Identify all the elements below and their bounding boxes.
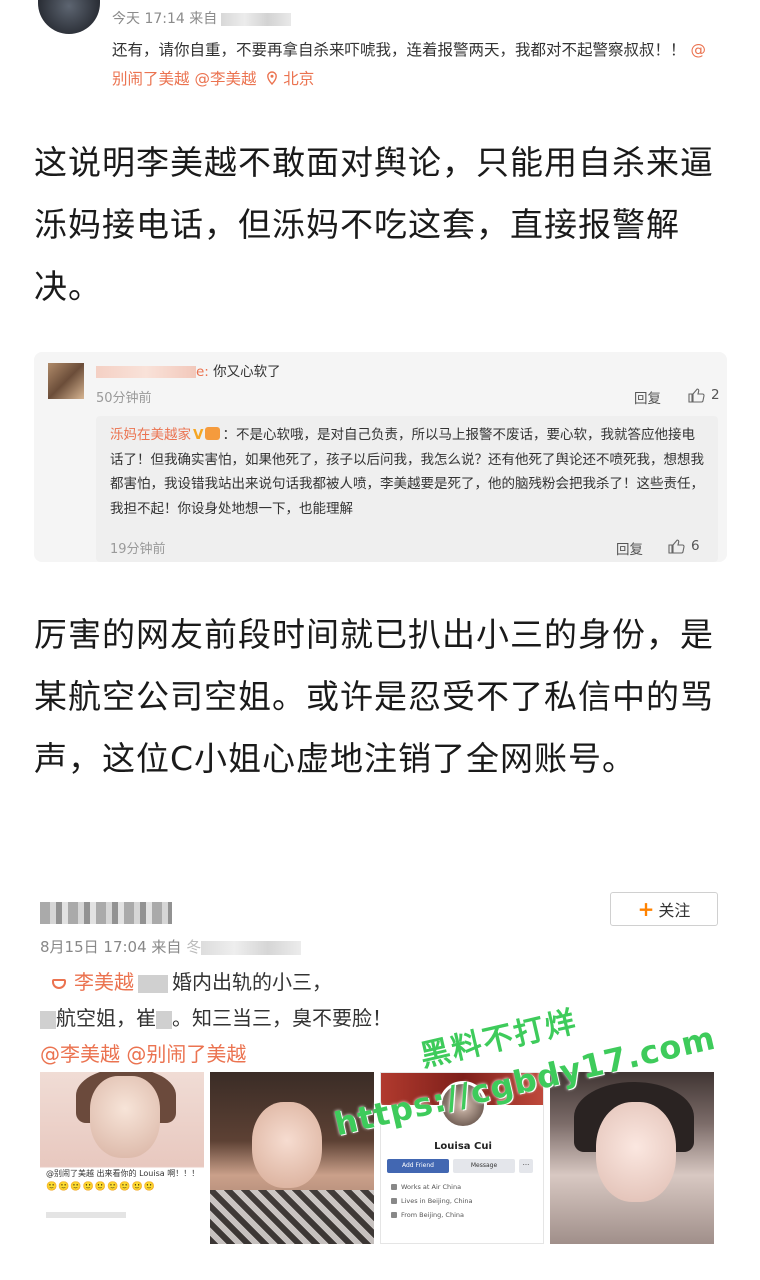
like-button[interactable]: 2 — [688, 387, 720, 403]
photo-face — [90, 1076, 160, 1158]
thumb-up-icon — [688, 387, 705, 403]
comment-card: e: 你又心软了 50分钟前 回复 2 泺妈在美越家 V ：不是心软哦，是对自己负责… — [34, 352, 727, 562]
location-pin-icon — [267, 71, 278, 86]
faint-line — [46, 1212, 126, 1218]
mention-link[interactable]: @别闹了美越 — [126, 1042, 246, 1066]
post-text: 还有，请你自重，不要再拿自杀来吓唬我，连着报警两天，我都对不起警察叔叔！！ — [112, 41, 686, 59]
info-text: Lives in Beijing, China — [401, 1197, 473, 1205]
sub-reply-time: 19分钟前 — [110, 542, 166, 557]
reply-button[interactable]: 回复 — [616, 538, 643, 558]
post-line-2: 航空姐，崔 。知三当三，臭不要脸！ — [40, 1000, 700, 1036]
like-button[interactable]: 6 — [668, 538, 700, 554]
post-meta: 今天 17:14 来自 — [112, 8, 292, 28]
source-char: 冬 — [186, 938, 202, 956]
info-text: From Beijing, China — [401, 1211, 464, 1219]
avatar[interactable] — [38, 0, 100, 34]
post-image-4[interactable] — [550, 1072, 714, 1244]
comment-text: 你又心软了 — [213, 364, 281, 380]
post-text: 。知三当三，臭不要脸！ — [172, 1006, 392, 1030]
add-friend-button: Add Friend — [387, 1159, 449, 1173]
post-time: 今天 17:14 来自 — [112, 11, 218, 27]
sub-reply-text-block: 泺妈在美越家 V ：不是心软哦，是对自己负责，所以马上报警不废话，要心软，我就答应他… — [110, 423, 708, 521]
follow-button[interactable]: + 关注 — [610, 892, 718, 926]
commenter-avatar[interactable] — [48, 363, 84, 399]
location-text: 北京 — [283, 70, 315, 88]
blurred-username[interactable] — [40, 902, 172, 924]
message-button: Message — [453, 1159, 515, 1173]
article-paragraph: 厉害的网友前段时间就已扒出小三的身份，是某航空公司空姐。或许是忍受不了私信中的骂… — [34, 615, 714, 778]
profile-info-from: From Beijing, China — [391, 1211, 541, 1219]
blurred-text — [138, 974, 168, 993]
post-image-2[interactable] — [210, 1072, 374, 1244]
post-line-1: 李美越 婚内出轨的小三， — [40, 964, 700, 1000]
photo-plaid-shirt — [210, 1190, 374, 1244]
profile-buttons: Add Friend Message ··· — [387, 1159, 533, 1173]
comment-line: e: 你又心软了 — [96, 360, 281, 380]
photo-face — [252, 1102, 322, 1188]
post-body: 还有，请你自重，不要再拿自杀来吓唬我，连着报警两天，我都对不起警察叔叔！！ @别… — [112, 36, 712, 94]
mention-link[interactable]: @李美越 — [40, 1042, 120, 1066]
post-time: 8月15日 17:04 来自 — [40, 938, 182, 956]
profile-info-work: Works at Air China — [391, 1183, 541, 1191]
profile-name: Louisa Cui — [434, 1141, 492, 1152]
sub-reply: 泺妈在美越家 V ：不是心软哦，是对自己负责，所以马上报警不废话，要心软，我就答应他… — [96, 416, 718, 562]
weibo-post-card: + 关注 8月15日 17:04 来自 冬 李美越 婚内出轨的小三， 航空姐，崔 。知… — [0, 884, 760, 1280]
follow-label: 关注 — [658, 901, 691, 920]
photo-face — [596, 1102, 676, 1202]
tag-link[interactable]: 李美越 — [74, 970, 134, 994]
post-text: 婚内出轨的小三， — [172, 970, 332, 994]
profile-info-lives: Lives in Beijing, China — [391, 1197, 541, 1205]
location-link[interactable]: 北京 — [266, 70, 314, 88]
more-button: ··· — [519, 1159, 533, 1173]
verified-v-icon: V — [193, 427, 204, 443]
sub-reply-username[interactable]: 泺妈在美越家 — [110, 427, 191, 443]
blurred-source — [221, 12, 292, 26]
comment-time: 50分钟前 — [96, 391, 152, 406]
image-caption: @别闹了美越 出来看你的 Louisa 啊！！！ — [46, 1169, 200, 1178]
like-count: 6 — [691, 538, 700, 554]
home-icon — [391, 1198, 397, 1204]
info-text: Works at Air China — [401, 1183, 462, 1191]
mention-link[interactable]: @李美越 — [194, 70, 256, 88]
plus-icon: + — [637, 897, 655, 921]
weibo-reply-card: 今天 17:14 来自 还有，请你自重，不要再拿自杀来吓唬我，连着报警两天，我都… — [0, 0, 760, 100]
post-meta: 8月15日 17:04 来自 冬 — [40, 936, 302, 957]
blurred-text — [156, 1010, 172, 1029]
article-paragraph: 这说明李美越不敢面对舆论，只能用自杀来逼泺妈接电话，但泺妈不吃这套，直接报警解决… — [34, 143, 714, 306]
blurred-source — [201, 940, 302, 955]
location-pin-icon — [391, 1212, 397, 1218]
like-count: 2 — [711, 387, 720, 403]
gift-badge-icon — [205, 427, 221, 440]
diamond-icon — [52, 979, 66, 989]
reply-button[interactable]: 回复 — [634, 387, 661, 407]
username-suffix[interactable]: e: — [196, 364, 209, 380]
blurred-username[interactable] — [96, 366, 196, 378]
thumb-up-icon — [668, 538, 685, 554]
emoji-row: 🙂🙂🙂🙂🙂🙂🙂🙂🙂 — [46, 1182, 156, 1192]
post-text: 航空姐，崔 — [56, 1006, 156, 1030]
briefcase-icon — [391, 1184, 397, 1190]
post-image-1[interactable]: @别闹了美越 出来看你的 Louisa 啊！！！ 🙂🙂🙂🙂🙂🙂🙂🙂🙂 — [40, 1072, 204, 1244]
blurred-text — [40, 1010, 56, 1029]
